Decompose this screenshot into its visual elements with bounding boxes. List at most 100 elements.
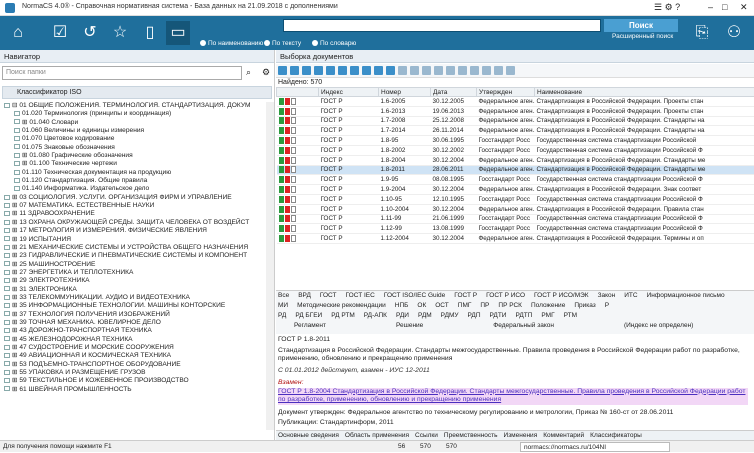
doc-type-tab[interactable]: ГОСТ xyxy=(320,292,337,299)
settings-icon[interactable]: ⚙ xyxy=(262,67,270,78)
tree-item[interactable]: ⊟ 01 ОБЩИЕ ПОЛОЖЕНИЯ. ТЕРМИНОЛОГИЯ. СТАН… xyxy=(0,102,265,110)
checkbox[interactable] xyxy=(291,176,296,183)
user-icon[interactable]: ⚇ xyxy=(722,21,746,45)
checkbox[interactable] xyxy=(291,196,296,203)
tree-item[interactable]: 01.140 Информатика. Издательское дело xyxy=(0,185,265,193)
detail-tab[interactable]: Ссылки xyxy=(415,432,438,439)
doc-type-tab[interactable]: РД РТМ xyxy=(331,312,355,319)
favorites-icon[interactable]: ☆ xyxy=(108,21,132,45)
tree-item[interactable]: ⊞ 45 ЖЕЛЕЗНОДОРОЖНАЯ ТЕХНИКА xyxy=(0,336,265,344)
doc-type-tab[interactable]: РД xyxy=(278,312,286,319)
tree-item[interactable]: ⊞ 31 ЭЛЕКТРОНИКА xyxy=(0,286,265,294)
tree-item[interactable]: ⊞ 35 ИНФОРМАЦИОННЫЕ ТЕХНОЛОГИИ. МАШИНЫ К… xyxy=(0,302,265,310)
tree-scrollbar[interactable] xyxy=(266,102,274,430)
table-row[interactable]: ГОСТ Р1.8-200230.12.2002Госстандарт Росс… xyxy=(277,145,754,155)
doc-type-tab[interactable]: РМГ xyxy=(541,312,554,319)
doc-type-tab[interactable]: Регламент xyxy=(294,322,326,329)
checkbox[interactable] xyxy=(291,147,296,154)
checkbox[interactable] xyxy=(291,166,296,173)
tree-item[interactable]: ⊞ 19 ИСПЫТАНИЯ xyxy=(0,236,265,244)
table-row[interactable]: ГОСТ Р1.10-200430.12.2004Федеральное аге… xyxy=(277,204,754,214)
folder-icon[interactable]: ▭ xyxy=(166,21,190,45)
doc-type-tab[interactable]: Приказ xyxy=(574,302,595,309)
doc-type-tab[interactable]: РТМ xyxy=(564,312,577,319)
doc-type-tab[interactable]: РДМУ xyxy=(441,312,459,319)
tree-item[interactable]: ⊞ 59 ТЕКСТИЛЬНОЕ И КОЖЕВЕННОЕ ПРОИЗВОДСТ… xyxy=(0,377,265,385)
minimize-button[interactable]: – xyxy=(708,2,713,12)
table-row[interactable]: ГОСТ Р1.10-9512.10.1995Госстандарт РоссГ… xyxy=(277,194,754,204)
table-row[interactable]: ГОСТ Р1.9-200430.12.2004Федеральное аген… xyxy=(277,185,754,195)
radio-by-name[interactable]: По наименованию xyxy=(200,40,263,47)
doc-type-tab[interactable]: РД БГЕИ xyxy=(295,312,322,319)
folder-search-input[interactable]: Поиск папки xyxy=(2,66,242,80)
doc-type-tab[interactable]: НПБ xyxy=(395,302,409,309)
tree-item[interactable]: ⊞ 17 МЕТРОЛОГИЯ И ИЗМЕРЕНИЯ. ФИЗИЧЕСКИЕ … xyxy=(0,227,265,235)
toolbar-action-icon[interactable] xyxy=(374,66,383,75)
detail-tab[interactable]: Изменения xyxy=(504,432,538,439)
column-header[interactable]: Дата xyxy=(431,88,477,97)
table-row[interactable]: ГОСТ Р1.9-9508.08.1995Госстандарт РоссГо… xyxy=(277,175,754,185)
checkbox[interactable] xyxy=(291,98,296,105)
toolbar-action-icon[interactable] xyxy=(506,66,515,75)
classifier-selector[interactable]: Классификатор ISO xyxy=(2,86,272,99)
tree-item[interactable]: ⊞ 43 ДОРОЖНО-ТРАНСПОРТНАЯ ТЕХНИКА xyxy=(0,327,265,335)
tree-item[interactable]: ⊞ 07 МАТЕМАТИКА. ЕСТЕСТВЕННЫЕ НАУКИ xyxy=(0,202,265,210)
replaces-link[interactable]: ГОСТ Р 1.8-2004 Стандартизация в Российс… xyxy=(278,388,748,405)
toolbar-action-icon[interactable] xyxy=(338,66,347,75)
doc-type-tab[interactable]: РДТП xyxy=(515,312,532,319)
tools-icon[interactable]: ⎘ xyxy=(690,21,714,45)
tree-item[interactable]: ⊞ 03 СОЦИОЛОГИЯ. УСЛУГИ. ОРГАНИЗАЦИЯ ФИР… xyxy=(0,194,265,202)
tree-item[interactable]: ⊞ 25 МАШИНОСТРОЕНИЕ xyxy=(0,261,265,269)
tree-item[interactable]: ⊞ 49 АВИАЦИОННАЯ И КОСМИЧЕСКАЯ ТЕХНИКА xyxy=(0,352,265,360)
toolbar-action-icon[interactable] xyxy=(422,66,431,75)
checkbox[interactable] xyxy=(291,206,296,213)
table-row[interactable]: ГОСТ Р1.6-200530.12.2005Федеральное аген… xyxy=(277,97,754,107)
doc-type-tab[interactable]: ГОСТ Р ИСО/МЭК xyxy=(534,292,589,299)
search-button[interactable]: Поиск xyxy=(604,19,678,32)
table-row[interactable]: ГОСТ Р1.8-9530.06.1995Госстандарт РоссГо… xyxy=(277,136,754,146)
detail-tab[interactable]: Преемственность xyxy=(444,432,498,439)
doc-type-tab[interactable]: Федеральный закон xyxy=(493,322,554,329)
tree-item[interactable]: ⊞ 01.100 Технические чертежи xyxy=(0,160,265,168)
toolbar-action-icon[interactable] xyxy=(350,66,359,75)
table-row[interactable]: ГОСТ Р1.8-201128.06.2011Федеральное аген… xyxy=(277,165,754,175)
doc-type-tab[interactable]: РДМ xyxy=(418,312,432,319)
doc-type-tab[interactable]: ПР xyxy=(480,302,489,309)
tree-item[interactable]: ⊞ 21 МЕХАНИЧЕСКИЕ СИСТЕМЫ И УСТРОЙСТВА О… xyxy=(0,244,265,252)
tree-item[interactable]: ⊞ 11 ЗДРАВООХРАНЕНИЕ xyxy=(0,210,265,218)
toolbar-action-icon[interactable] xyxy=(278,66,287,75)
detail-tab[interactable]: Комментарий xyxy=(543,432,584,439)
toolbar-action-icon[interactable] xyxy=(362,66,371,75)
doc-type-tab[interactable]: ПМГ xyxy=(458,302,472,309)
doc-type-tab[interactable]: ОК xyxy=(417,302,426,309)
doc-type-tab[interactable]: ПР РСК xyxy=(498,302,522,309)
doc-type-tab[interactable]: Закон xyxy=(598,292,616,299)
doc-type-tab[interactable]: Информационное письмо xyxy=(647,292,725,299)
tree-item[interactable]: ⊞ 01.080 Графические обозначения xyxy=(0,152,265,160)
tree-item[interactable]: 01.060 Величины и единицы измерения xyxy=(0,127,265,135)
doc-type-tab[interactable]: Р xyxy=(605,302,609,309)
doc-type-tab[interactable]: РД-АПК xyxy=(364,312,387,319)
column-header[interactable]: Номер xyxy=(379,88,431,97)
tree-item[interactable]: ⊞ 27 ЭНЕРГЕТИКА И ТЕПЛОТЕХНИКА xyxy=(0,269,265,277)
doc-type-tab[interactable]: ВРД xyxy=(298,292,311,299)
doc-type-tab[interactable]: РДИ xyxy=(396,312,409,319)
checkbox[interactable] xyxy=(291,225,296,232)
table-row[interactable]: ГОСТ Р1.12-200430.12.2004Федеральное аге… xyxy=(277,234,754,244)
history-icon[interactable]: ↺ xyxy=(78,21,102,45)
advanced-search-link[interactable]: Расширенный поиск xyxy=(612,33,673,40)
toolbar-action-icon[interactable] xyxy=(446,66,455,75)
search-icon[interactable]: ⌕ xyxy=(246,67,251,78)
toolbar-action-icon[interactable] xyxy=(302,66,311,75)
toolbar-action-icon[interactable] xyxy=(314,66,323,75)
tree-item[interactable]: 01.110 Техническая документация на проду… xyxy=(0,169,265,177)
toolbar-action-icon[interactable] xyxy=(470,66,479,75)
close-button[interactable]: ✕ xyxy=(740,2,748,13)
tree-item[interactable]: ⊞ 13 ОХРАНА ОКРУЖАЮЩЕЙ СРЕДЫ. ЗАЩИТА ЧЕЛ… xyxy=(0,219,265,227)
doc-type-tab[interactable]: ГОСТ Р xyxy=(454,292,477,299)
checkbox[interactable] xyxy=(291,215,296,222)
tree-item[interactable]: 01.070 Цветовое кодирование xyxy=(0,135,265,143)
column-header[interactable]: Индекс xyxy=(319,88,379,97)
toolbar-action-icon[interactable] xyxy=(494,66,503,75)
doc-type-tab[interactable]: ГОСТ IEC xyxy=(346,292,375,299)
